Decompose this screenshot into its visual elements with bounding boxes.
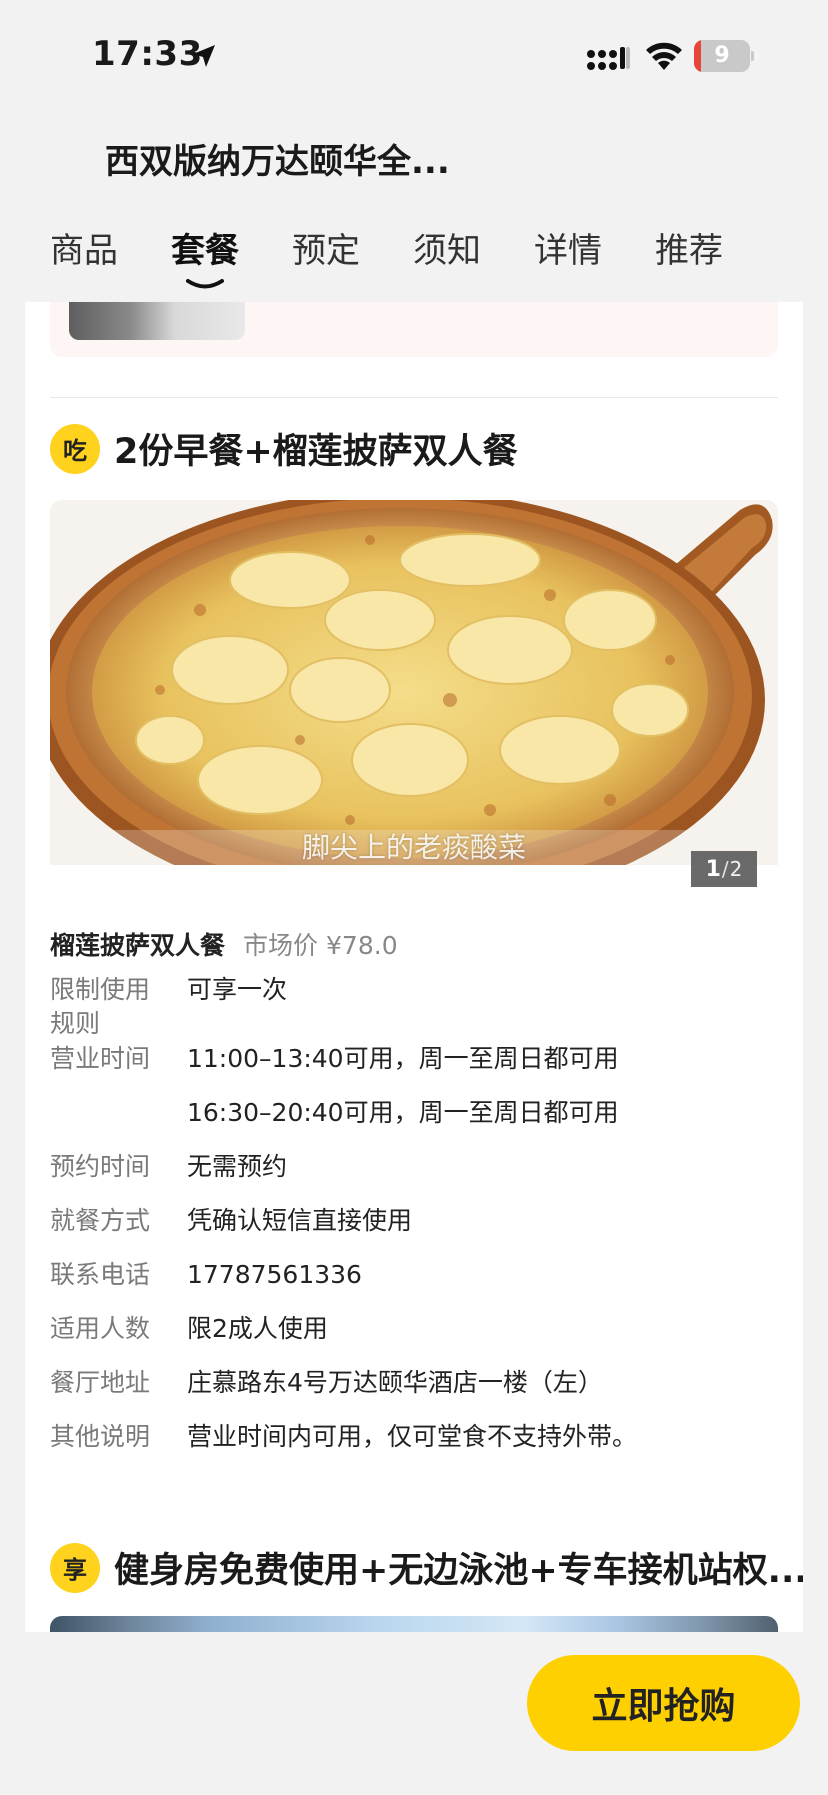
- pager-separator: /: [721, 857, 729, 881]
- location-arrow-icon: [193, 45, 215, 67]
- section-meal-title: 2份早餐+榴莲披萨双人餐: [114, 432, 518, 472]
- content-card: 吃 2份早餐+榴莲披萨双人餐 脚尖上的老痰酸菜 1 / 2 榴莲披萨双人餐 市场…: [25, 302, 803, 1632]
- market-price-label: 市场价: [243, 931, 319, 960]
- battery-level: 9: [714, 43, 730, 68]
- pager-total: 2: [729, 857, 743, 881]
- image-caption: 脚尖上的老痰酸菜: [301, 831, 526, 864]
- tab-details[interactable]: 详情: [534, 228, 602, 288]
- info-label: 适用人数: [50, 1314, 151, 1343]
- battery-icon: 9: [694, 40, 754, 72]
- pizza-illustration: [50, 500, 778, 865]
- info-label: 就餐方式: [50, 1206, 151, 1235]
- phone-number[interactable]: 17787561336: [187, 1258, 362, 1292]
- active-tab-indicator: [186, 279, 224, 289]
- divider: [50, 397, 778, 398]
- info-value: 限2成人使用: [187, 1314, 328, 1343]
- info-label: 餐厅地址: [50, 1368, 151, 1397]
- facility-image[interactable]: [50, 1616, 778, 1632]
- tab-bar: 商品 套餐 预定 须知 详情 推荐: [50, 228, 776, 289]
- market-price: ¥78.0: [326, 931, 398, 960]
- info-value: 无需预约: [187, 1152, 288, 1181]
- info-label: 限制使用规则: [50, 975, 151, 1038]
- tab-booking[interactable]: 预定: [292, 228, 360, 288]
- tab-recommend[interactable]: 推荐: [655, 228, 723, 288]
- status-time: 17:33: [92, 34, 203, 74]
- pager-current: 1: [705, 856, 721, 882]
- section-meal-header: 吃 2份早餐+榴莲披萨双人餐: [50, 423, 518, 474]
- info-label: 预约时间: [50, 1152, 151, 1181]
- section-enjoy-badge: 享: [50, 1542, 100, 1593]
- cellular-signal-icon: [587, 47, 630, 70]
- info-value: 凭确认短信直接使用: [187, 1206, 413, 1235]
- status-bar: 17:33 9: [0, 0, 828, 100]
- info-label: 联系电话: [50, 1260, 151, 1289]
- tab-packages[interactable]: 套餐: [171, 228, 239, 289]
- tab-products[interactable]: 商品: [50, 228, 118, 288]
- tab-packages-label: 套餐: [171, 231, 239, 271]
- info-value: 11:00–13:40可用，周一至周日都可用: [187, 1044, 619, 1073]
- info-value: 16:30–20:40可用，周一至周日都可用: [187, 1098, 619, 1127]
- section-meal-badge: 吃: [50, 423, 100, 474]
- tab-notice[interactable]: 须知: [413, 228, 481, 288]
- buy-now-button[interactable]: 立即抢购: [527, 1655, 800, 1751]
- info-value: 庄慕路东4号万达颐华酒店一楼（左）: [187, 1368, 603, 1397]
- pizza-image[interactable]: 脚尖上的老痰酸菜: [50, 500, 778, 865]
- package-line: 榴莲披萨双人餐 市场价 ¥78.0: [50, 926, 398, 962]
- page-title: 西双版纳万达颐华全...: [105, 142, 450, 182]
- wifi-icon: [646, 42, 682, 70]
- previous-item-thumbnail[interactable]: [69, 302, 245, 340]
- image-pager: 1 / 2: [691, 851, 757, 887]
- info-value: 可享一次: [187, 975, 288, 1004]
- info-row-usage-rule: 限制使用规则 可享一次: [50, 973, 778, 1043]
- info-label: 其他说明: [50, 1422, 151, 1451]
- info-label: 营业时间: [50, 1044, 151, 1073]
- section-enjoy-title: 健身房免费使用+无边泳池+专车接机站权...: [114, 1551, 803, 1591]
- section-enjoy-header: 享 健身房免费使用+无边泳池+专车接机站权...: [50, 1542, 803, 1593]
- info-value: 营业时间内可用，仅可堂食不支持外带。: [187, 1422, 638, 1451]
- package-name: 榴莲披萨双人餐: [50, 931, 226, 960]
